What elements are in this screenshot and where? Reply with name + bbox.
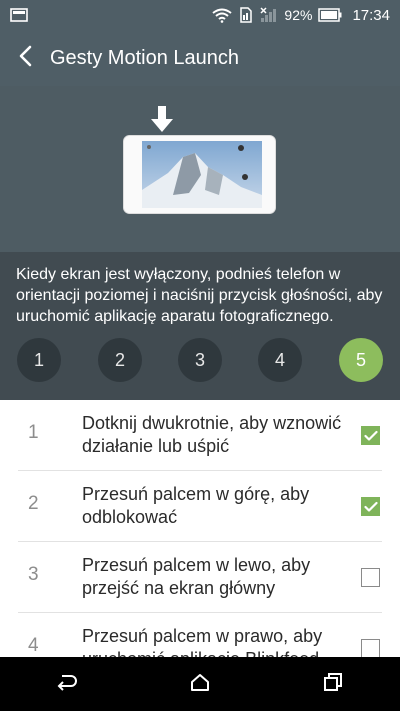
recents-nav-button[interactable] [303,657,363,711]
navigation-bar [0,657,400,711]
phone-landscape-image [123,135,276,214]
step-5-button[interactable]: 5 [339,338,383,382]
battery-percent: 92% [284,7,313,23]
back-button[interactable] [0,30,50,86]
clock: 17:34 [352,6,390,24]
step-selector: 1 2 3 4 5 [0,338,400,384]
info-panel: Kiedy ekran jest wyłączony, podnieś tele… [0,252,400,400]
page-title: Gesty Motion Launch [50,46,239,69]
arrow-down-icon [151,106,173,132]
screenshot-icon [10,8,28,22]
wifi-icon [212,8,233,23]
step-1-button[interactable]: 1 [17,338,61,382]
gesture-description: Kiedy ekran jest wyłączony, podnieś tele… [16,266,383,324]
status-bar: 92% 17:34 [0,0,400,30]
signal-icon [260,7,278,23]
gesture-checkbox[interactable] [361,497,380,516]
sim-icon [238,7,254,23]
item-number: 3 [28,564,39,585]
item-label: Przesuń palcem w prawo, aby uruchomić ap… [82,626,323,657]
gesture-list: 1 Dotknij dwukrotnie, aby wznowić działa… [0,400,400,657]
list-item[interactable]: 1 Dotknij dwukrotnie, aby wznowić działa… [0,400,400,471]
home-nav-button[interactable] [170,657,230,711]
step-2-button[interactable]: 2 [98,338,142,382]
item-label: Dotknij dwukrotnie, aby wznowić działani… [82,413,342,456]
chevron-left-icon [18,45,32,72]
item-number: 1 [28,422,39,443]
list-item[interactable]: 2 Przesuń palcem w górę, aby odblokować [0,471,400,542]
gesture-checkbox[interactable] [361,426,380,445]
back-arrow-icon [56,673,78,696]
recents-icon [323,672,343,696]
list-item[interactable]: 3 Przesuń palcem w lewo, aby przejść na … [0,542,400,613]
item-number: 4 [28,635,39,656]
list-item[interactable]: 4 Przesuń palcem w prawo, aby uruchomić … [0,613,400,657]
checkmark-icon [363,430,378,441]
item-label: Przesuń palcem w lewo, aby przejść na ek… [82,555,311,598]
back-nav-button[interactable] [37,657,97,711]
step-3-button[interactable]: 3 [178,338,222,382]
step-4-button[interactable]: 4 [258,338,302,382]
item-number: 2 [28,493,39,514]
battery-icon [318,8,342,22]
home-icon [190,673,210,696]
item-label: Przesuń palcem w górę, aby odblokować [82,484,310,527]
checkmark-icon [363,501,378,512]
app-bar: Gesty Motion Launch [0,30,400,86]
gesture-checkbox[interactable] [361,639,380,657]
gesture-checkbox[interactable] [361,568,380,587]
